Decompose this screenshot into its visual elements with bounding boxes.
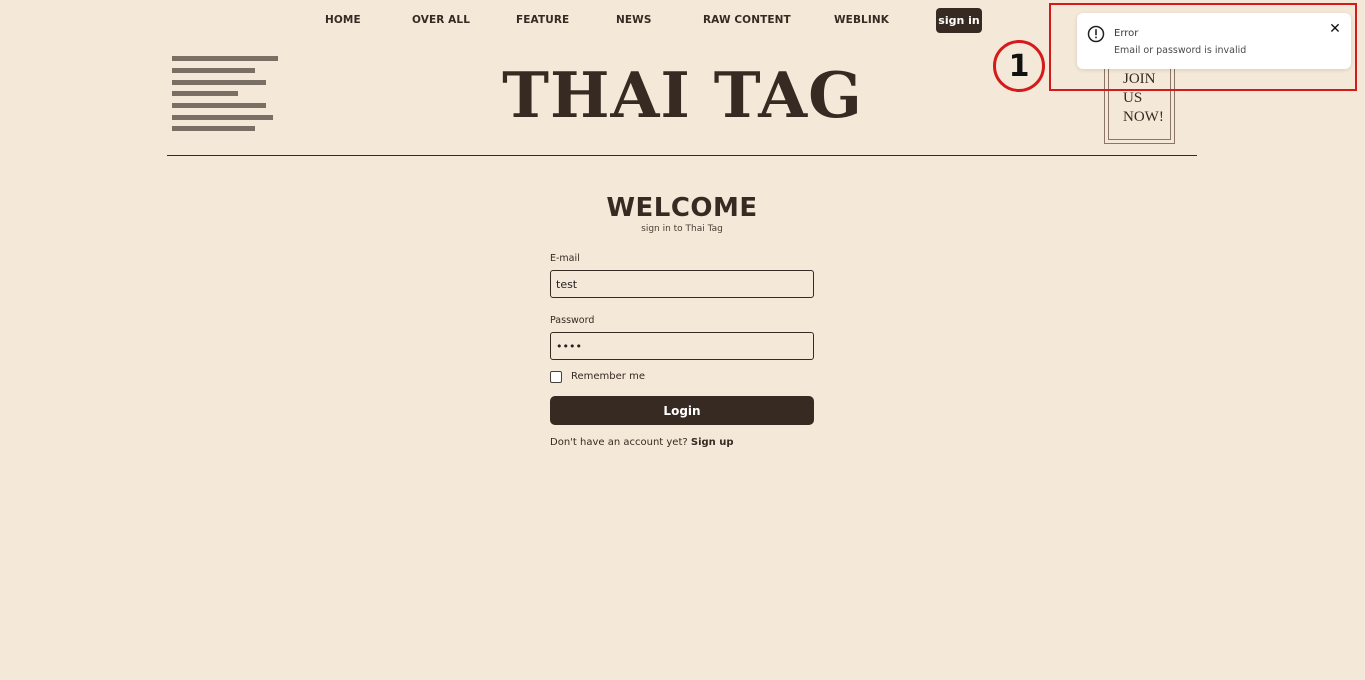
page-title: WELCOME xyxy=(606,193,758,223)
nav-raw-content-link[interactable]: RAW CONTENT xyxy=(703,14,791,26)
sign-in-button[interactable]: sign in xyxy=(936,8,982,33)
header-divider xyxy=(167,155,1197,156)
signup-prompt-text: Don't have an account yet? xyxy=(550,437,688,448)
annotation-number-badge: 1 xyxy=(993,40,1045,92)
error-toast: Error Email or password is invalid ✕ xyxy=(1077,13,1351,69)
remember-me-label: Remember me xyxy=(571,371,645,382)
hamburger-menu-icon[interactable] xyxy=(172,56,278,132)
sign-up-link[interactable]: Sign up xyxy=(691,437,734,448)
site-logo[interactable]: THAI TAG xyxy=(480,58,885,132)
remember-me-checkbox[interactable] xyxy=(550,371,562,383)
nav-news-link[interactable]: NEWS xyxy=(616,14,652,26)
page-subtitle: sign in to Thai Tag xyxy=(641,224,723,234)
password-field[interactable] xyxy=(550,332,814,360)
email-field[interactable] xyxy=(550,270,814,298)
toast-title: Error xyxy=(1114,28,1139,39)
email-label: E-mail xyxy=(550,253,580,264)
nav-feature-link[interactable]: FEATURE xyxy=(516,14,569,26)
login-button[interactable]: Login xyxy=(550,396,814,425)
signup-prompt: Don't have an account yet? Sign up xyxy=(550,437,734,448)
password-label: Password xyxy=(550,315,595,326)
nav-weblink-link[interactable]: WEBLINK xyxy=(834,14,889,26)
close-icon[interactable]: ✕ xyxy=(1328,22,1342,36)
nav-home-link[interactable]: HOME xyxy=(325,14,361,26)
alert-circle-icon xyxy=(1087,25,1105,43)
toast-message: Email or password is invalid xyxy=(1114,45,1247,56)
nav-over-all-link[interactable]: OVER ALL xyxy=(412,14,470,26)
